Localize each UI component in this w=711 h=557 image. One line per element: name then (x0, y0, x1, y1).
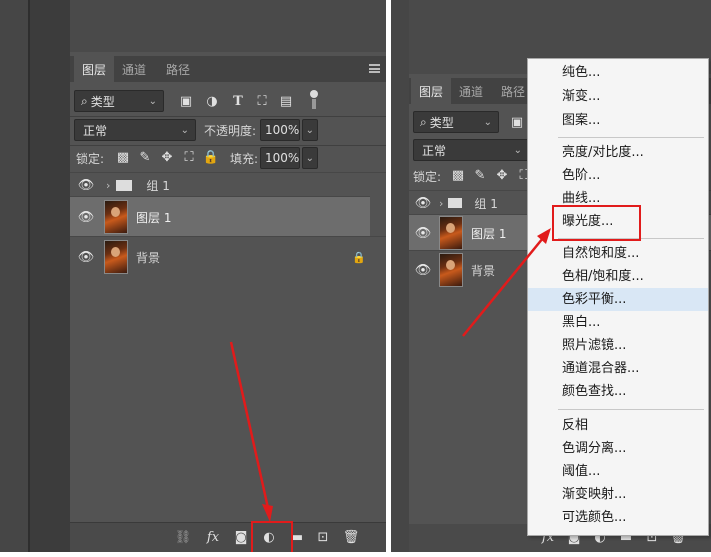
annotation-arrow (462, 228, 551, 337)
bottom-strip (0, 552, 711, 557)
right-screenshot: 图层 通道 路径 ⌕ 类型 ⌄ ▣ 正常 ⌄ 锁定: ▩ ✎ ✥ ⛶ 👁 › 组… (391, 0, 711, 552)
annotation-arrow (229, 341, 273, 522)
left-screenshot: 图层 通道 路径 ⌕ 类型 ⌄ ▣ ◑ T ⛶ ▤ 正常 ⌄ 不透明度: 100… (0, 0, 386, 556)
